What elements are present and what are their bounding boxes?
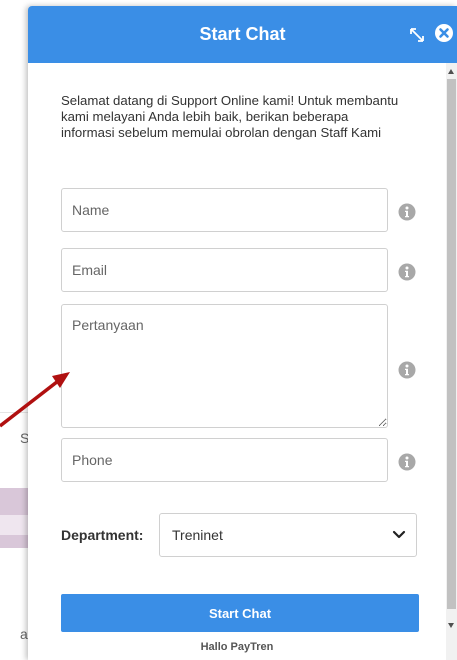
- name-info-icon[interactable]: [398, 203, 416, 221]
- chat-title: Start Chat: [199, 24, 286, 44]
- scroll-down-arrow-icon[interactable]: [448, 623, 454, 628]
- start-chat-button[interactable]: Start Chat: [61, 594, 419, 632]
- chat-widget: Start Chat Selamat datang di Support Onl…: [28, 6, 457, 660]
- chevron-down-icon: [392, 530, 406, 539]
- scroll-thumb[interactable]: [447, 79, 456, 609]
- intro-text: Selamat datang di Support Online kami! U…: [61, 93, 399, 140]
- background-text-fragment-2: a: [20, 626, 28, 642]
- question-info-icon[interactable]: [398, 361, 416, 379]
- scroll-up-arrow-icon[interactable]: [448, 69, 454, 74]
- background-divider: [0, 412, 28, 413]
- department-selected-value: Treninet: [172, 527, 223, 543]
- department-label: Department:: [61, 527, 144, 543]
- department-select[interactable]: Treninet: [159, 513, 417, 557]
- resize-icon[interactable]: [408, 26, 426, 44]
- email-field[interactable]: [61, 248, 388, 292]
- phone-field[interactable]: [61, 438, 388, 482]
- question-field[interactable]: [61, 304, 388, 428]
- footer-text: Hallo PayTren: [200, 641, 274, 653]
- background-image-fragment-inner: [0, 515, 28, 535]
- chat-form: Selamat datang di Support Online kami! U…: [28, 63, 446, 660]
- chat-header: Start Chat: [28, 6, 457, 63]
- scrollbar[interactable]: [446, 63, 457, 660]
- email-info-icon[interactable]: [398, 263, 416, 281]
- name-field[interactable]: [61, 188, 388, 232]
- phone-info-icon[interactable]: [398, 453, 416, 471]
- close-circle-icon[interactable]: [434, 23, 454, 43]
